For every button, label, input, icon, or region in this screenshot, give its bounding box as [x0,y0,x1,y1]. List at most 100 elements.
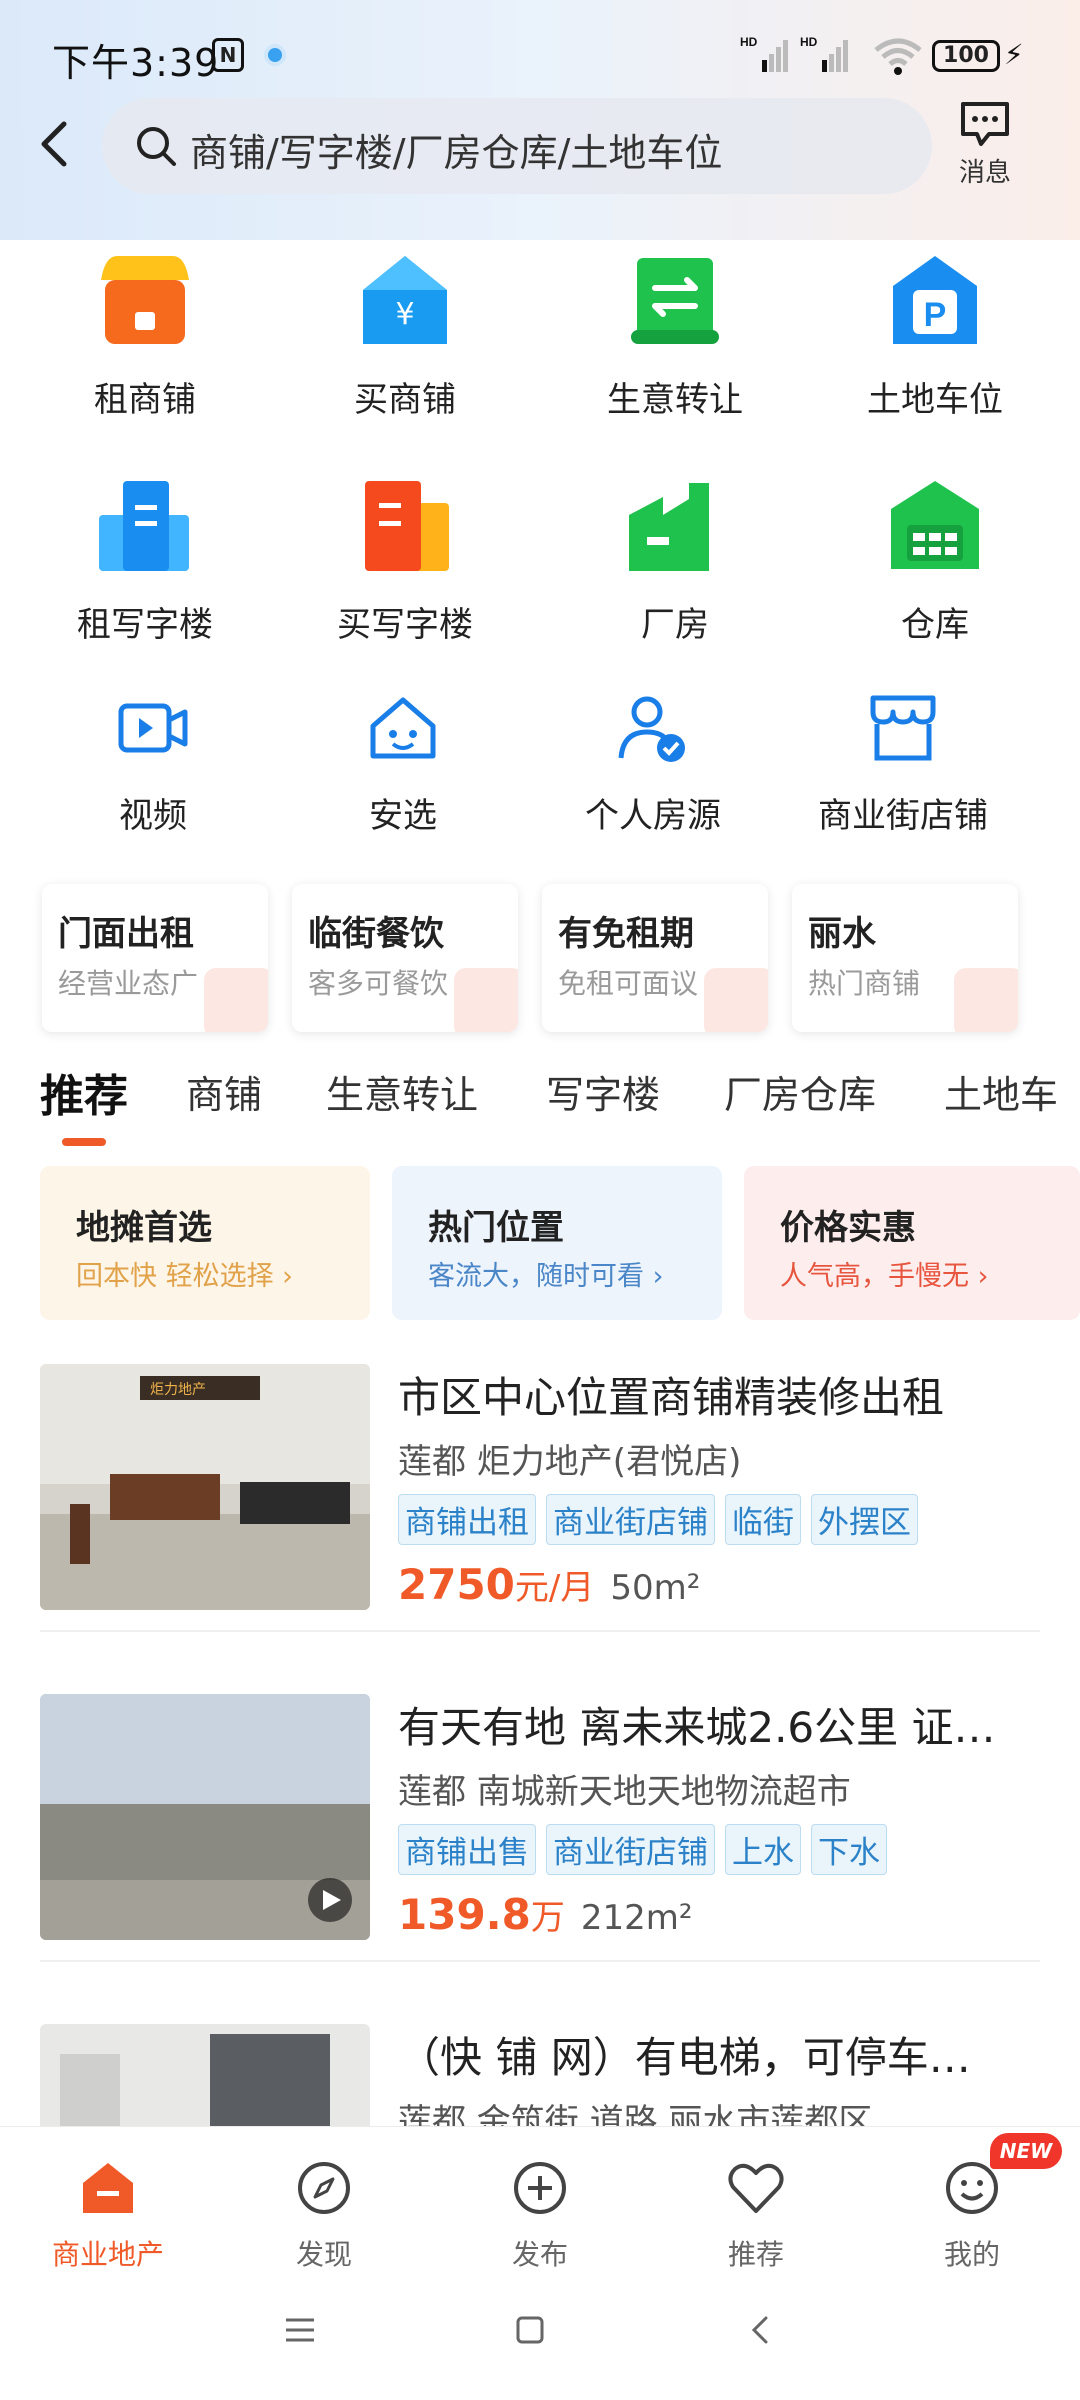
filter-card-stall[interactable]: 地摊首选 回本快 轻松选择 › [40,1166,370,1320]
listing-divider [40,1960,1040,1962]
home-icon[interactable] [510,2310,550,2350]
price-unit: 万 [530,1898,565,1938]
compass-icon [298,2162,350,2214]
factory-icon [629,483,709,571]
listing-divider [40,1630,1040,1632]
listing-title: 有天有地 离未来城2.6公里 证… [398,1703,996,1752]
svg-text:¥: ¥ [395,297,414,332]
promo-card[interactable]: 有免租期 免租可面议 [542,884,768,1032]
listing-card[interactable]: 炬力地产 市区中心位置商铺精装修出租 莲都 炬力地产(君悦店) 商铺出租 商业街店… [40,1364,1040,1624]
promo-decoration-icon [704,968,768,1032]
tab-business-transfer[interactable]: 生意转让 [326,1064,478,1119]
nav-label: 发布 [511,2238,568,2271]
listing-area: 212m² [580,1898,693,1938]
search-placeholder: 商铺/写字楼/厂房仓库/土地车位 [190,131,723,175]
nav-label: 推荐 [727,2238,784,2271]
svg-text:P: P [924,296,947,334]
search-bar[interactable]: 商铺/写字楼/厂房仓库/土地车位 [102,98,932,194]
listing-location: 莲都 炬力地产(君悦店) [398,1442,742,1482]
category-rent-shop[interactable]: 租商铺 [10,250,280,421]
plus-circle-icon [514,2162,566,2214]
filter-card-hot-location[interactable]: 热门位置 客流大，随时可看 › [392,1166,722,1320]
promo-title: 临街餐饮 [308,914,444,954]
category-factory[interactable]: 厂房 [540,475,810,646]
charging-icon: ⚡ [1004,38,1024,71]
category-buy-office[interactable]: 买写字楼 [270,475,540,646]
price-unit: 元/月 [514,1568,595,1608]
nfc-icon: N [212,38,244,72]
back-arrow-icon[interactable] [30,116,80,172]
back-icon[interactable] [740,2310,780,2350]
safe-home-icon [370,697,436,759]
storefront-icon [870,695,936,761]
category-label: 个人房源 [585,796,721,836]
price-value: 139.8 [398,1890,531,1939]
listing-location: 莲都 金筑街 道路 丽水市莲都区 [398,2102,873,2126]
promo-card[interactable]: 丽水 热门商铺 [792,884,1018,1032]
warehouse-icon [891,481,979,569]
status-time: 下午3:39 [52,41,220,85]
nav-publish[interactable]: 发布 [432,2157,648,2273]
filter-card-subtitle: 人气高，手慢无 › [780,1261,989,1292]
filter-card-title: 价格实惠 [780,1208,916,1248]
category-label: 买商铺 [354,380,456,420]
sign-text: 炬力地产 [150,1382,206,1398]
tab-office[interactable]: 写字楼 [546,1064,660,1119]
tab-land-parking[interactable]: 土地车 [944,1064,1058,1119]
new-badge: NEW [990,2133,1062,2169]
nav-discover[interactable]: 发现 [216,2157,432,2273]
listing-tag: 上水 [725,1824,801,1875]
tab-recommend[interactable]: 推荐 [40,1060,128,1124]
category-video[interactable]: 视频 [18,690,288,837]
listing-location: 莲都 南城新天地天地物流超市 [398,1772,851,1812]
category-street-shop[interactable]: 商业街店铺 [768,690,1038,837]
filter-card-affordable[interactable]: 价格实惠 人气高，手慢无 › [744,1166,1080,1320]
listing-photo [40,1694,370,1940]
listing-tag: 外摆区 [811,1494,918,1545]
promo-subtitle: 客多可餐饮 [308,967,449,1000]
promo-card[interactable]: 临街餐饮 客多可餐饮 [292,884,518,1032]
category-label: 商业街店铺 [818,796,988,836]
promo-card[interactable]: 门面出租 经营业态广 [42,884,268,1032]
message-button[interactable]: 消息 [940,100,1030,200]
heart-icon [728,2163,784,2213]
chat-icon [961,102,1009,146]
location-dot-icon [268,48,282,62]
category-safe-choice[interactable]: 安选 [268,690,538,837]
listing-tag: 商铺出租 [398,1494,536,1545]
category-personal-listing[interactable]: 个人房源 [518,690,788,837]
listing-card[interactable]: 有天有地 离未来城2.6公里 证… 莲都 南城新天地天地物流超市 商铺出售 商业街… [40,1694,1040,1954]
tab-shops[interactable]: 商铺 [186,1064,262,1119]
category-label: 土地车位 [867,380,1003,420]
office-building-icon [99,481,189,571]
listing-photo: 炬力地产 [40,1364,370,1610]
category-tabs: 推荐 商铺 生意转让 写字楼 厂房仓库 土地车 [0,1050,1080,1160]
verified-person-icon [618,696,685,762]
header: 下午3:39 N HD HD 100 ⚡ 商铺/写字楼/厂房仓库/土地车位 消息 [0,0,1080,240]
nav-mine[interactable]: 我的 [864,2157,1080,2273]
promo-decoration-icon [954,968,1018,1032]
search-icon [137,127,176,166]
category-label: 租写字楼 [77,605,213,645]
category-land-parking[interactable]: P 土地车位 [800,250,1070,421]
signal-hd-label-2: HD [800,35,818,49]
category-rent-office[interactable]: 租写字楼 [10,475,280,646]
category-label: 生意转让 [607,380,743,420]
listing-tags: 商铺出租 商业街店铺 临街 外摆区 [398,1494,928,1545]
category-buy-shop[interactable]: ¥ 买商铺 [270,250,540,421]
listing-photo [40,2024,370,2126]
parking-icon: P [893,256,977,344]
category-warehouse[interactable]: 仓库 [800,475,1070,646]
tab-factory-warehouse[interactable]: 厂房仓库 [724,1064,876,1119]
category-business-transfer[interactable]: 生意转让 [540,250,810,421]
listing-tag: 商业街店铺 [546,1824,715,1875]
nav-commercial[interactable]: 商业地产 [0,2157,216,2273]
category-label: 厂房 [641,605,709,645]
filter-card-title: 热门位置 [428,1208,564,1248]
menu-icon[interactable] [280,2310,320,2350]
listing-card[interactable]: （快 铺 网）有电梯，可停车… 莲都 金筑街 道路 丽水市莲都区 [40,2024,1040,2126]
nav-recommend[interactable]: 推荐 [648,2157,864,2273]
promo-subtitle: 免租可面议 [558,967,699,1000]
listing-price: 2750元/月 50m² [398,1560,700,1609]
house-icon [83,2163,133,2213]
